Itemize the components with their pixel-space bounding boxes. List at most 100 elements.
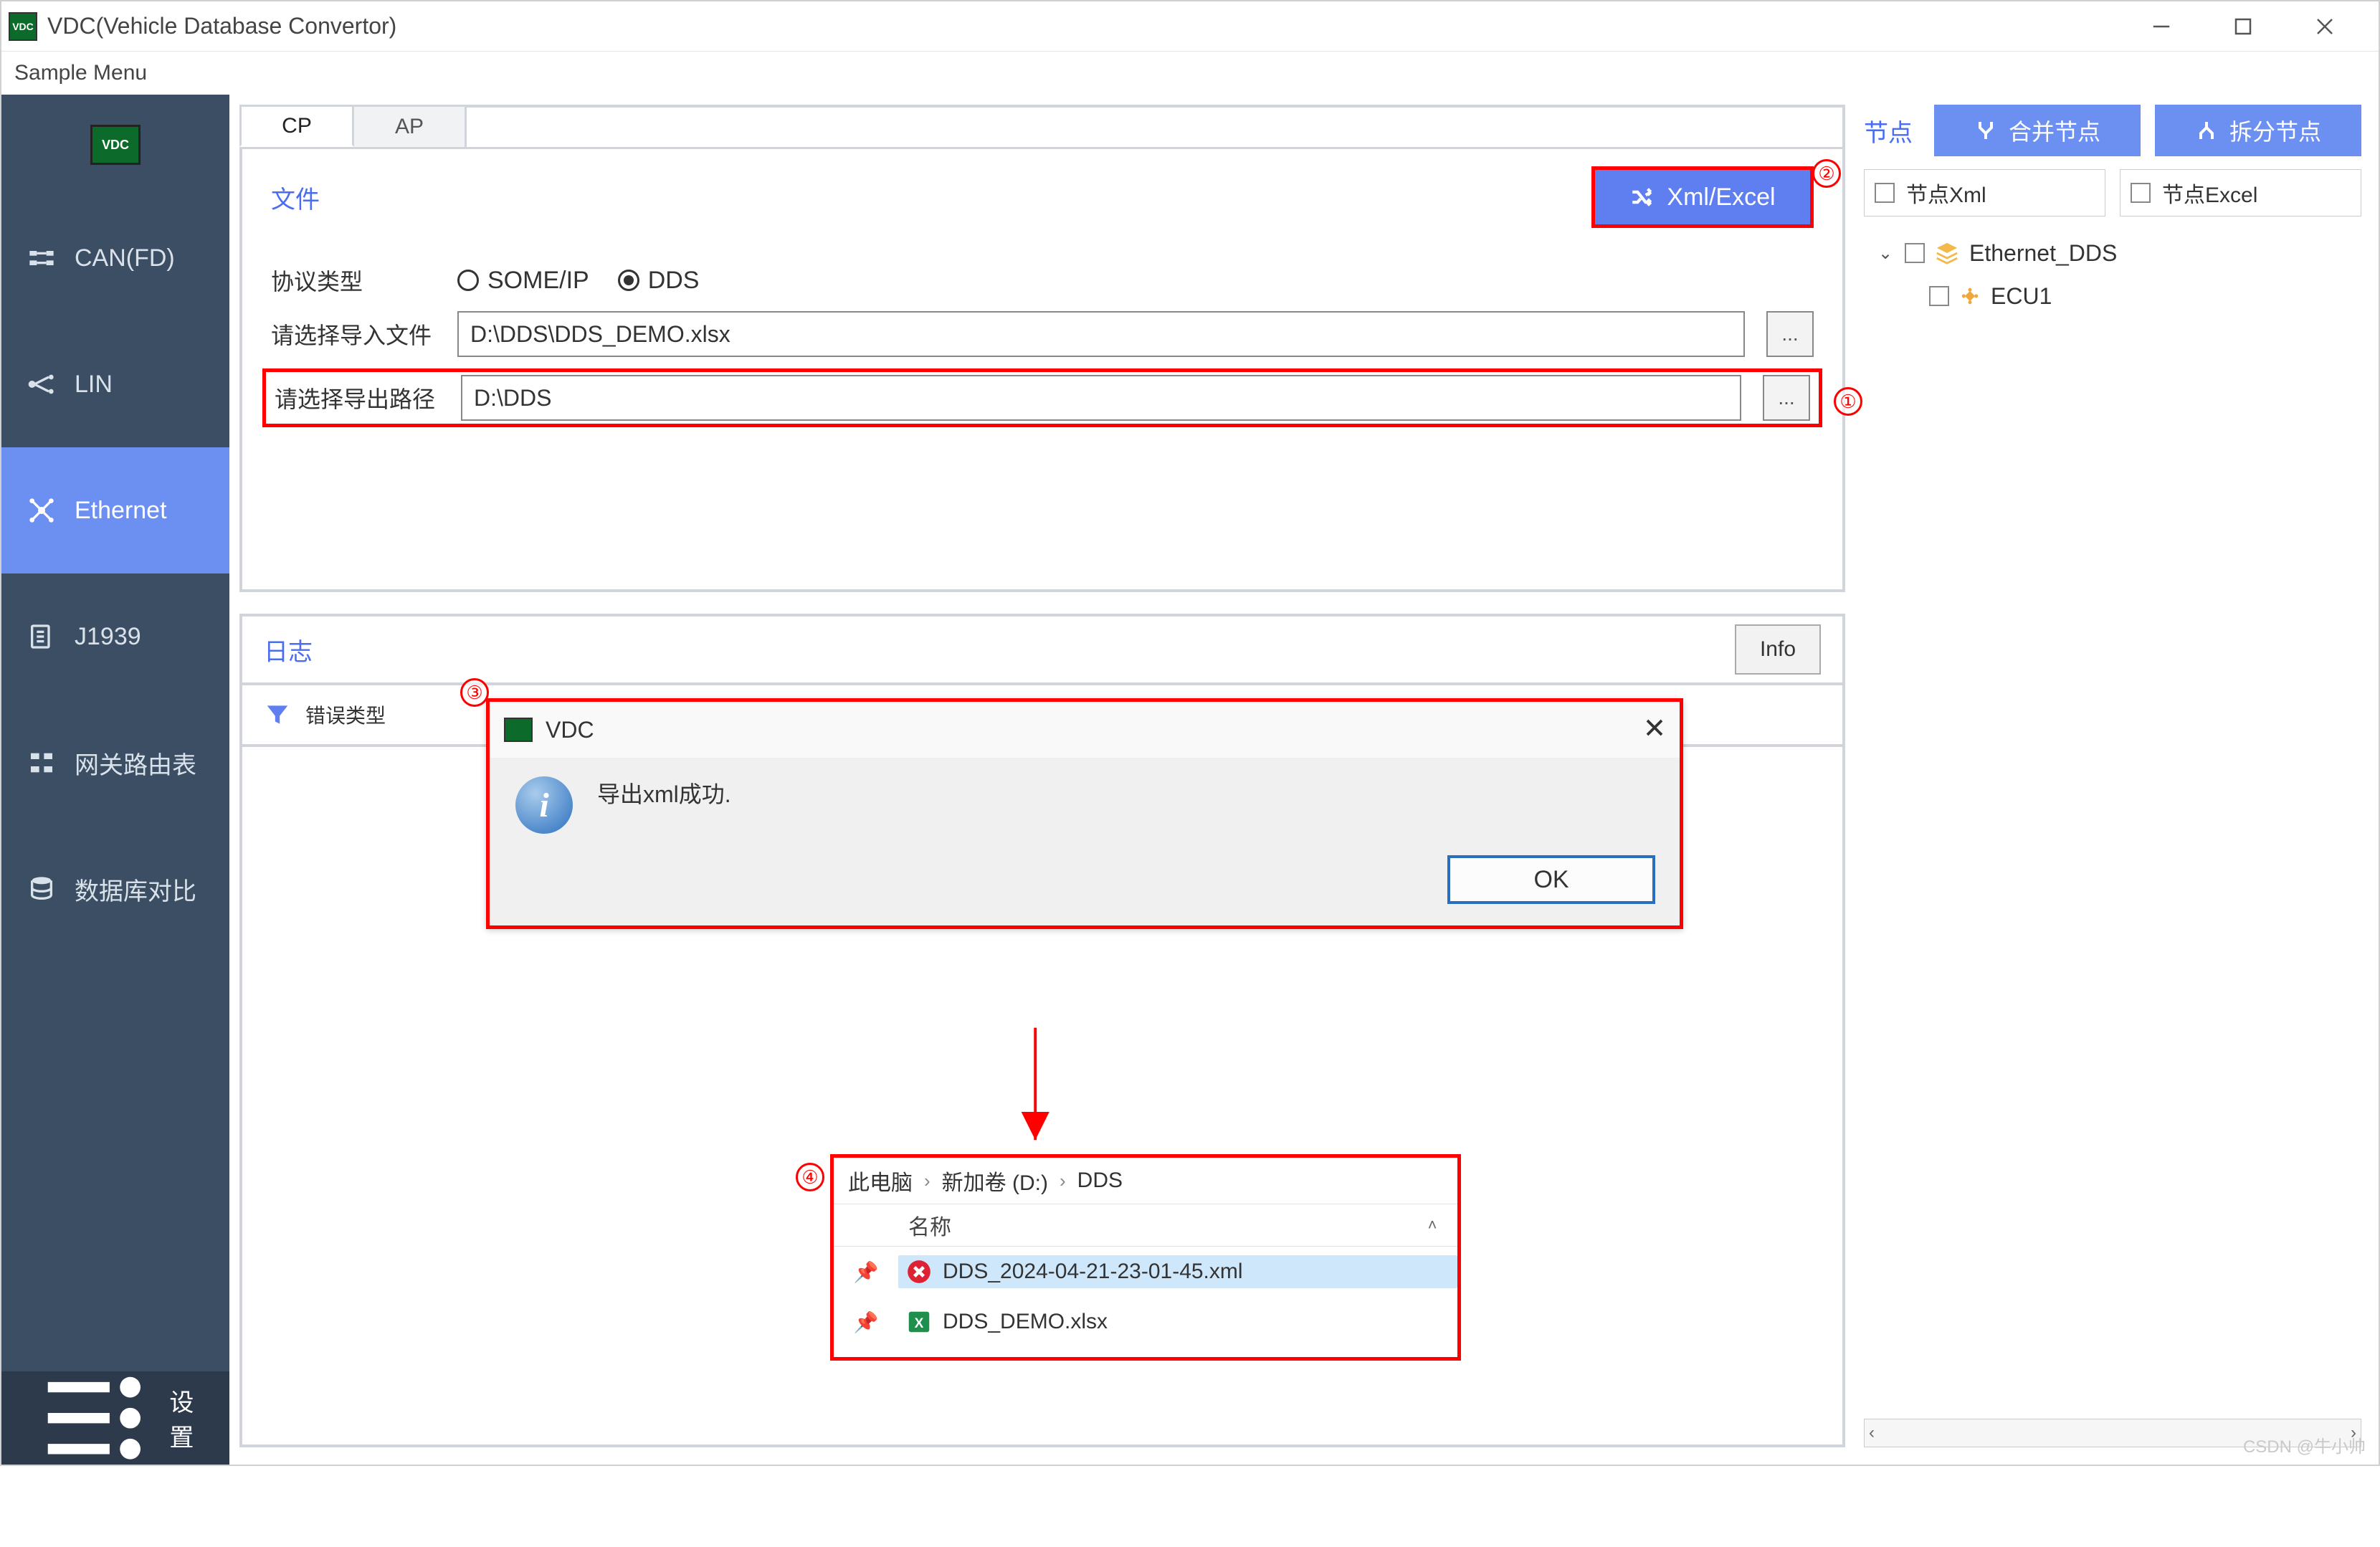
checkbox-icon[interactable] [1929,286,1949,306]
protocol-type-label: 协议类型 [271,264,436,297]
import-file-label: 请选择导入文件 [271,318,436,351]
sidebar-item-label: Ethernet [75,497,167,525]
checkbox-icon[interactable] [1905,243,1925,263]
log-panel: 日志 Info 错误类型 ③ VDC [239,614,1845,1447]
lin-icon [27,370,56,399]
xml-excel-label: Xml/Excel [1667,184,1775,211]
window-controls [2136,9,2371,44]
checkbox-icon [1875,183,1895,203]
radio-label: DDS [648,267,700,295]
sidebar-item-gateway-routes[interactable]: 网关路由表 [1,700,229,826]
ecu-icon [1959,285,1981,307]
dialog-ok-button[interactable]: OK [1447,855,1655,904]
ethernet-icon [27,496,56,525]
file-row[interactable]: 📌 X DDS_DEMO.xlsx [834,1297,1457,1347]
sidebar-item-db-compare[interactable]: 数据库对比 [1,826,229,952]
annotation-box-2: Xml/Excel [1591,166,1814,228]
dialog-title: VDC [546,717,1631,743]
brand-logo-icon: VDC [90,125,141,165]
right-panel: 节点 合并节点 拆分节点 节点Xml 节点Excel [1860,95,2379,1465]
pin-icon: 📌 [834,1260,898,1284]
config-panel: CP AP 文件 Xml/Excel 协 [239,105,1845,592]
window-titlebar: VDC(Vehicle Database Convertor) [1,1,2379,52]
import-file-input[interactable]: D:\DDS\DDS_DEMO.xlsx [457,311,1745,357]
menu-sample[interactable]: Sample Menu [14,61,147,85]
node-tree: ⌄ Ethernet_DDS ECU1 [1864,231,2361,1419]
sidebar-item-label: CAN(FD) [75,244,175,272]
sidebar-item-canfd[interactable]: CAN(FD) [1,195,229,321]
menu-strip: Sample Menu [1,52,2379,95]
log-title: 日志 [264,632,313,667]
tree-node-child[interactable]: ECU1 [1865,275,2361,318]
scroll-left-icon[interactable]: ‹ [1869,1423,1875,1443]
export-browse-button[interactable]: ... [1763,375,1810,421]
annotation-circle-1: ① [1834,387,1862,416]
export-path-input[interactable]: D:\DDS [461,375,1741,421]
annotation-box-1: 请选择导出路径 D:\DDS ... [262,368,1822,427]
merge-node-label: 合并节点 [2009,114,2100,147]
sidebar-settings[interactable]: 设置 [1,1371,229,1465]
radio-dds[interactable]: DDS [618,267,700,295]
sidebar-item-j1939[interactable]: J1939 [1,573,229,700]
tree-node-label: Ethernet_DDS [1969,240,2117,267]
breadcrumb-item[interactable]: 此电脑 [848,1165,913,1196]
radio-someip[interactable]: SOME/IP [457,267,589,295]
sidebar-item-ethernet[interactable]: Ethernet [1,447,229,573]
j1939-icon [27,622,56,651]
log-body: ③ VDC 导出xml成功. [242,747,1842,1442]
explorer-inset: 此电脑 › 新加卷 (D:) › DDS 名称 ˄ 📌 [830,1154,1461,1361]
shuffle-icon [1629,185,1654,209]
tab-cp[interactable]: CP [239,105,354,147]
sidebar: VDC CAN(FD) LIN Ethernet J1939 网关路由表 [1,95,229,1465]
log-info-button[interactable]: Info [1735,624,1821,675]
xlsx-file-icon: X [905,1308,933,1336]
annotation-circle-3: ③ [460,678,489,707]
split-icon [2195,119,2218,142]
svg-text:X: X [915,1316,924,1331]
chevron-right-icon: › [1060,1170,1066,1192]
dialog-close-button[interactable] [1644,717,1665,743]
info-icon [515,776,573,834]
caret-down-icon[interactable]: ⌄ [1876,243,1895,264]
sidebar-item-lin[interactable]: LIN [1,321,229,447]
sort-caret-icon: ˄ [1407,1216,1457,1234]
filter-label: 错误类型 [305,700,386,729]
file-section-label: 文件 [271,180,320,215]
chevron-right-icon: › [924,1170,930,1192]
annotation-circle-2: ② [1812,159,1841,188]
radio-label: SOME/IP [487,267,589,295]
dialog-message: 导出xml成功. [597,776,731,809]
import-browse-button[interactable]: ... [1766,311,1814,357]
node-excel-toggle[interactable]: 节点Excel [2120,169,2361,216]
column-header-name[interactable]: 名称 [898,1209,1407,1241]
sidebar-item-label: 网关路由表 [75,746,196,781]
breadcrumb-item[interactable]: DDS [1077,1168,1123,1193]
export-path-label: 请选择导出路径 [275,381,439,414]
node-xml-toggle[interactable]: 节点Xml [1864,169,2105,216]
file-row[interactable]: 📌 DDS_2024-04-21-23-01-45.xml [834,1247,1457,1297]
breadcrumb-item[interactable]: 新加卷 (D:) [942,1165,1048,1196]
filter-icon [264,701,291,728]
tab-ap[interactable]: AP [352,105,467,147]
dialog-export-success: VDC 导出xml成功. OK [486,698,1683,929]
radio-icon [618,270,639,291]
pin-icon: 📌 [834,1310,898,1334]
split-node-button[interactable]: 拆分节点 [2155,105,2361,156]
minimize-button[interactable] [2136,9,2186,44]
node-section-label: 节点 [1864,113,1913,148]
watermark: CSDN @牛小帅 [2243,1432,2366,1457]
maximize-button[interactable] [2218,9,2268,44]
close-button[interactable] [2300,9,2350,44]
merge-node-button[interactable]: 合并节点 [1934,105,2141,156]
sidebar-brand: VDC [1,95,229,195]
xml-file-icon [905,1258,933,1285]
database-icon [27,875,56,903]
tree-node-root[interactable]: ⌄ Ethernet_DDS [1865,232,2361,275]
tab-strip: CP AP [239,105,1845,149]
xml-excel-button[interactable]: Xml/Excel [1595,170,1810,224]
dialog-app-icon [504,718,533,742]
radio-icon [457,270,479,291]
window-title: VDC(Vehicle Database Convertor) [47,13,2136,39]
gateway-icon [27,748,56,777]
breadcrumb[interactable]: 此电脑 › 新加卷 (D:) › DDS [834,1158,1457,1204]
